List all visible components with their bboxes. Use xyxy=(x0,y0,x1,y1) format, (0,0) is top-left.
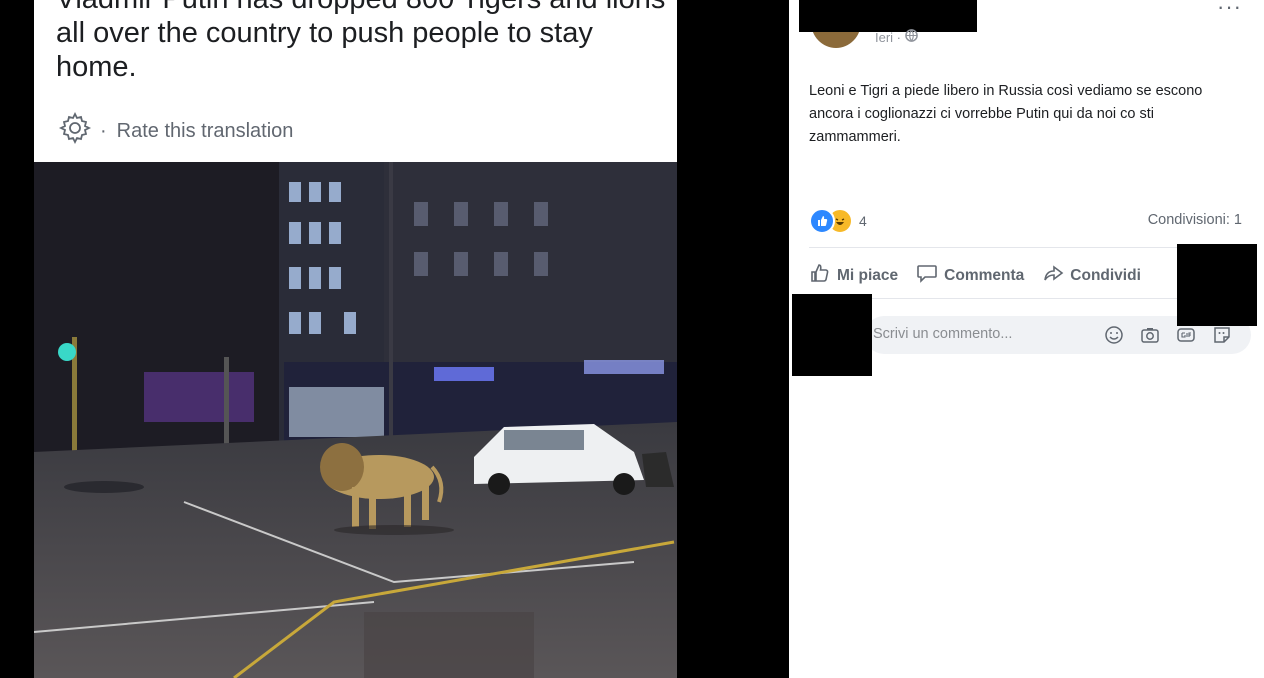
translation-row: · Rate this translation xyxy=(58,111,294,151)
thumbs-up-icon xyxy=(809,262,831,289)
comment-label: Commenta xyxy=(944,266,1025,284)
share-label: Condividi xyxy=(1070,266,1141,284)
more-options-button[interactable]: ··· xyxy=(1217,0,1242,20)
like-reaction-icon xyxy=(809,208,835,234)
redacted-commenter-avatar xyxy=(792,294,872,376)
like-button[interactable]: Mi piace xyxy=(809,262,898,289)
shared-post-card: Vladmir Putin has dropped 800 Tigers and… xyxy=(34,0,677,678)
comment-button[interactable]: Commenta xyxy=(916,262,1024,289)
post-meta: Ieri · xyxy=(875,29,918,45)
post-text: Vladmir Putin has dropped 800 Tigers and… xyxy=(56,0,666,84)
share-count[interactable]: Condivisioni: 1 xyxy=(1148,212,1242,228)
camera-icon[interactable] xyxy=(1139,324,1161,346)
globe-icon xyxy=(905,29,918,45)
redacted-name-block xyxy=(799,0,977,32)
lion-street-photo xyxy=(34,162,677,678)
facebook-post-card: Ieri · ··· Leoni e Tigri a piede libero … xyxy=(789,0,1264,678)
gear-icon[interactable] xyxy=(58,111,92,151)
post-actions: Mi piace Commenta Condividi xyxy=(809,262,1141,289)
post-caption: Leoni e Tigri a piede libero in Russia c… xyxy=(809,83,1203,145)
post-time[interactable]: Ieri · xyxy=(875,30,901,45)
gif-icon[interactable] xyxy=(1175,324,1197,346)
reaction-count: 4 xyxy=(859,213,867,229)
post-text-line: home. xyxy=(56,51,137,83)
smiley-icon[interactable] xyxy=(1103,324,1125,346)
separator-dot: · xyxy=(100,119,107,142)
redacted-block xyxy=(1177,244,1257,326)
comment-placeholder: Scrivi un commento... xyxy=(873,326,1013,342)
post-text-line: all over the country to push people to s… xyxy=(56,17,593,49)
rate-translation-link[interactable]: Rate this translation xyxy=(117,120,294,143)
sticker-icon[interactable] xyxy=(1211,324,1233,346)
share-button[interactable]: Condividi xyxy=(1042,262,1141,289)
like-label: Mi piace xyxy=(837,266,899,284)
post-text-line: Vladmir Putin has dropped 800 Tigers and… xyxy=(56,0,666,16)
share-arrow-icon xyxy=(1042,262,1064,289)
comment-tools xyxy=(1103,324,1233,346)
speech-bubble-icon xyxy=(916,262,938,289)
reaction-summary[interactable]: 4 xyxy=(809,208,867,234)
